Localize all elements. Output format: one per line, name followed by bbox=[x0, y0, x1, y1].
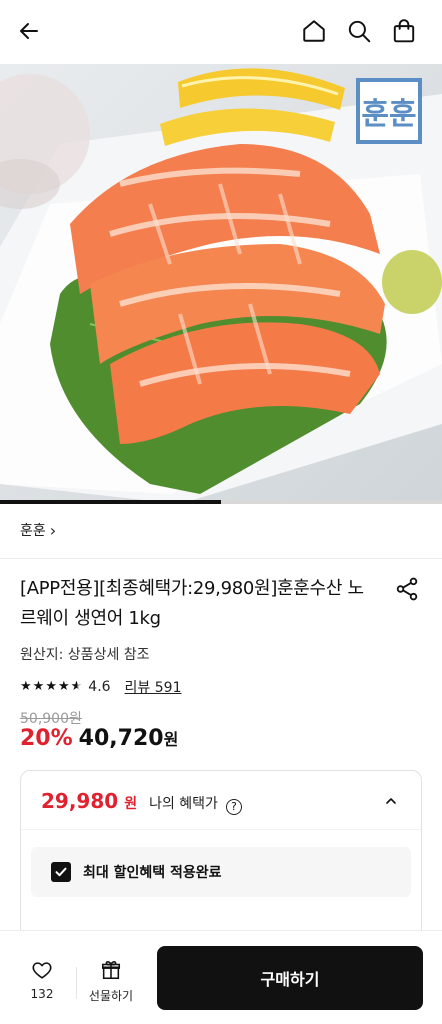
salmon-illustration: 훈훈 bbox=[0, 68, 442, 504]
max-discount-label: 최대 할인혜택 적용완료 bbox=[83, 865, 222, 881]
star-icon: ★ bbox=[20, 679, 32, 694]
image-progress-fill bbox=[0, 500, 221, 504]
product-image[interactable]: 훈훈 bbox=[0, 64, 442, 504]
benefit-price-unit: 원 bbox=[124, 796, 138, 812]
help-icon[interactable]: ? bbox=[225, 798, 242, 815]
review-link[interactable]: 리뷰 591 bbox=[125, 677, 182, 697]
product-title: [APP전용][최종혜택가:29,980원]훈훈수산 노르웨이 생연어 1kg bbox=[20, 578, 364, 629]
benefit-header[interactable]: 29,980 원 나의 혜택가 ? bbox=[41, 789, 242, 815]
rating-value: 4.6 bbox=[88, 679, 111, 695]
heart-icon bbox=[22, 959, 62, 981]
back-icon[interactable] bbox=[14, 16, 44, 46]
sale-price: 40,720 bbox=[78, 726, 164, 751]
brand-logo: 훈훈 bbox=[361, 97, 416, 132]
max-discount-row[interactable]: 최대 할인혜택 적용완료 bbox=[31, 847, 411, 897]
star-half-icon: ★ bbox=[70, 679, 83, 694]
bag-icon[interactable] bbox=[389, 16, 419, 46]
star-icon: ★ bbox=[32, 679, 45, 694]
star-rating: ★ ★ ★ ★ ★ bbox=[20, 680, 82, 694]
original-price: 50,900원 bbox=[20, 711, 82, 727]
price-row: 20% 40,720원 bbox=[20, 726, 178, 751]
divider bbox=[0, 558, 442, 559]
home-icon[interactable] bbox=[299, 16, 329, 46]
wishlist-count: 132 bbox=[30, 987, 54, 1001]
gift-button[interactable]: 선물하기 bbox=[84, 959, 138, 1004]
gift-label: 선물하기 bbox=[88, 989, 134, 1003]
star-icon: ★ bbox=[57, 679, 70, 694]
benefit-price: 29,980 bbox=[41, 789, 119, 813]
brand-link[interactable]: 훈훈 › bbox=[20, 520, 56, 540]
star-icon: ★ bbox=[45, 679, 57, 694]
brand-name: 훈훈 bbox=[20, 523, 46, 539]
buy-button[interactable]: 구매하기 bbox=[157, 946, 423, 1010]
rating-row: ★ ★ ★ ★ ★ 4.6 리뷰 591 bbox=[20, 677, 181, 697]
discount-rate: 20% bbox=[20, 726, 73, 751]
wishlist-button[interactable]: 132 bbox=[22, 959, 62, 1001]
divider bbox=[21, 829, 421, 830]
chevron-up-icon[interactable] bbox=[383, 793, 399, 809]
bottom-action-bar: 132 선물하기 구매하기 bbox=[0, 930, 442, 1024]
origin-text: 원산지: 상품상세 참조 bbox=[20, 647, 150, 663]
share-icon[interactable] bbox=[394, 576, 420, 602]
top-bar bbox=[0, 0, 442, 64]
chevron-right-icon: › bbox=[49, 520, 57, 540]
gift-icon bbox=[84, 959, 138, 981]
checkbox-checked-icon[interactable] bbox=[51, 862, 71, 882]
benefit-label: 나의 혜택가 bbox=[149, 796, 218, 812]
search-icon[interactable] bbox=[344, 16, 374, 46]
divider bbox=[76, 967, 77, 999]
price-unit: 원 bbox=[163, 730, 179, 749]
image-progress-bar bbox=[0, 500, 442, 504]
